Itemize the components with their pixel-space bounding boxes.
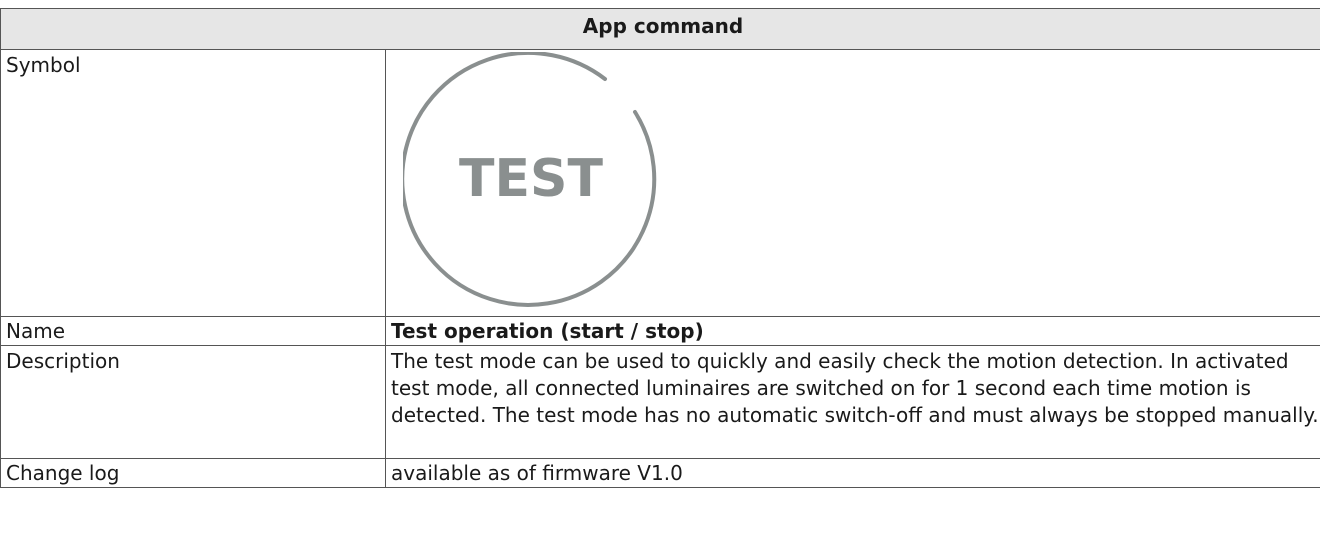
table-row-symbol: Symbol TEST [0,49,1320,317]
changelog-value: available as of firmware V1.0 [385,458,1320,488]
test-icon-label: TEST [459,149,603,209]
app-command-table: App command Symbol TEST Name Test operat… [0,8,1320,488]
changelog-label: Change log [0,458,386,488]
table-header: App command [0,8,1320,50]
name-value: Test operation (start / stop) [385,316,1320,346]
description-value: The test mode can be used to quickly and… [385,345,1320,459]
test-mode-icon: TEST [403,52,657,307]
table-header-row: App command [0,8,1320,50]
description-label: Description [0,345,386,459]
table-row-description: Description The test mode can be used to… [0,345,1320,459]
table-row-name: Name Test operation (start / stop) [0,316,1320,346]
symbol-label: Symbol [0,49,386,317]
table-row-changelog: Change log available as of firmware V1.0 [0,458,1320,488]
symbol-cell: TEST [385,49,1320,317]
name-label: Name [0,316,386,346]
symbol-container: TEST [391,52,691,314]
